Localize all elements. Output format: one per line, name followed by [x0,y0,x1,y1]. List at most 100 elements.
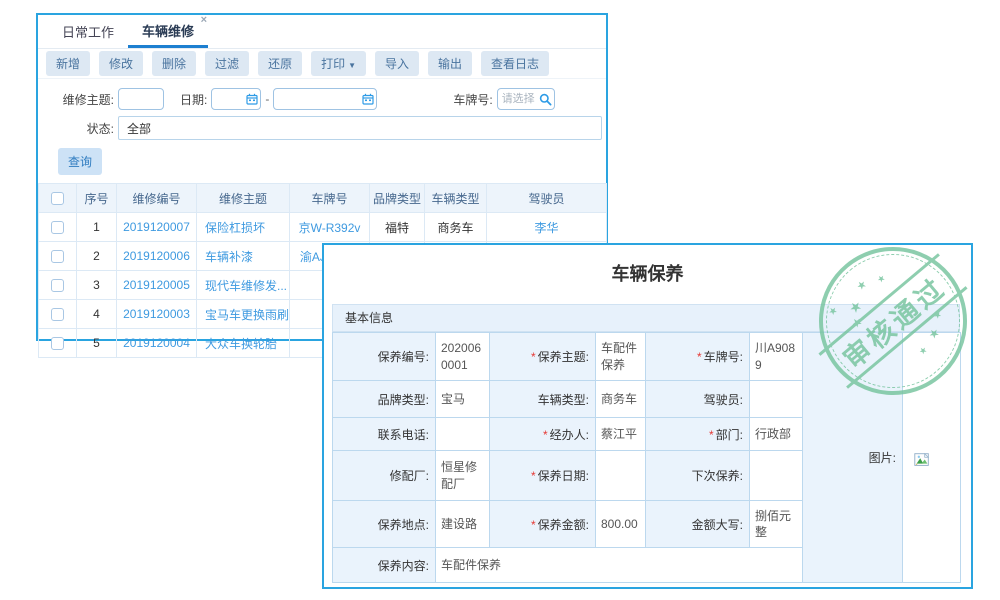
image-placeholder-icon [913,451,931,469]
date-range-separator: - [265,92,269,106]
select-all-checkbox[interactable] [51,192,64,205]
cell-seq: 4 [77,300,117,329]
content-value: 车配件保养 [436,548,803,583]
driver-label: 驾驶员: [646,381,750,418]
tab-vehicle-repair[interactable]: 车辆维修 × [128,13,208,48]
location-label: 保养地点: [333,501,436,548]
header-plate: 车牌号 [290,184,370,213]
search-icon[interactable] [539,93,552,106]
cell-subject[interactable]: 保险杠损坏 [197,213,290,242]
maintain-date-label-text: 保养日期: [538,469,589,483]
amount-label-text: 保养金额: [538,518,589,532]
cell-type: 商务车 [425,213,487,242]
phone-label: 联系电话: [333,418,436,451]
required-mark: * [531,518,536,532]
image-label: 图片: [803,333,903,583]
close-icon[interactable]: × [201,15,207,26]
next-maintain-value [750,451,803,501]
cell-repair-no[interactable]: 2019120005 [117,271,197,300]
required-mark: * [531,350,536,364]
cell-subject[interactable]: 宝马车更换雨刷 [197,300,290,329]
repair-subject-label: 维修主题: [52,91,114,108]
cell-seq: 3 [77,271,117,300]
row-checkbox[interactable] [51,337,64,350]
cell-subject[interactable]: 大众车换轮胎 [197,329,290,358]
cell-repair-no[interactable]: 2019120006 [117,242,197,271]
dialog-title: 车辆保养 [324,260,971,286]
delete-button[interactable]: 删除 [152,51,196,76]
header-repair-no: 维修编号 [117,184,197,213]
maintain-no-label: 保养编号: [333,333,436,381]
location-value: 建设路 [436,501,490,548]
repair-subject-input[interactable] [118,88,164,110]
handler-label-text: 经办人: [550,428,589,442]
add-button[interactable]: 新增 [46,51,90,76]
repair-shop-label: 修配厂: [333,451,436,501]
calendar-icon[interactable] [246,93,258,105]
cell-repair-no[interactable]: 2019120007 [117,213,197,242]
chevron-down-icon: ▼ [348,61,356,70]
cell-seq: 1 [77,213,117,242]
status-label: 状态: [52,120,114,137]
cell-repair-no[interactable]: 2019120004 [117,329,197,358]
row-checkbox[interactable] [51,221,64,234]
row-checkbox[interactable] [51,279,64,292]
cell-subject[interactable]: 车辆补漆 [197,242,290,271]
maintain-subject-value: 车配件保养 [596,333,646,381]
print-button[interactable]: 打印▼ [311,51,366,76]
edit-button[interactable]: 修改 [99,51,143,76]
basic-info-section-header: 基本信息 [332,304,960,332]
plate-label-text: 车牌号: [704,350,743,364]
cell-brand: 福特 [370,213,425,242]
cell-plate[interactable]: 京W-R392v [290,213,370,242]
phone-value [436,418,490,451]
department-value: 行政部 [750,418,803,451]
cell-seq: 2 [77,242,117,271]
image-cell[interactable] [903,333,961,583]
header-subject: 维修主题 [197,184,290,213]
plate-value: 川A9089 [750,333,803,381]
maintain-subject-label-text: 保养主题: [538,350,589,364]
maintenance-form: 保养编号: 2020060001 *保养主题: 车配件保养 *车牌号: 川A90… [332,332,961,583]
vehicle-type-value: 商务车 [596,381,646,418]
department-label: *部门: [646,418,750,451]
amount-label: *保养金额: [490,501,596,548]
export-button[interactable]: 输出 [428,51,472,76]
cell-repair-no[interactable]: 2019120003 [117,300,197,329]
required-mark: * [709,428,714,442]
header-type: 车辆类型 [425,184,487,213]
restore-button[interactable]: 还原 [258,51,302,76]
tab-bar: 日常工作 车辆维修 × [38,15,606,49]
row-checkbox[interactable] [51,250,64,263]
amount-caps-label: 金额大写: [646,501,750,548]
import-button[interactable]: 导入 [375,51,419,76]
cell-subject[interactable]: 现代车维修发... [197,271,290,300]
header-driver: 驾驶员 [487,184,607,213]
amount-caps-value: 捌佰元整 [750,501,803,548]
tab-vehicle-repair-label: 车辆维修 [142,24,194,39]
content-label: 保养内容: [333,548,436,583]
brand-type-value: 宝马 [436,381,490,418]
filter-button[interactable]: 过滤 [205,51,249,76]
plate-number-label: 车牌号: [453,91,492,108]
next-maintain-label: 下次保养: [646,451,750,501]
required-mark: * [543,428,548,442]
view-log-button[interactable]: 查看日志 [481,51,549,76]
query-button[interactable]: 查询 [58,148,102,175]
vehicle-maintenance-dialog: 车辆保养 基本信息 保养编号: 2020060001 *保养主题: 车配件保养 … [322,243,973,589]
toolbar: 新增 修改 删除 过滤 还原 打印▼ 导入 输出 查看日志 [38,49,606,79]
vehicle-type-label: 车辆类型: [490,381,596,418]
header-brand: 品牌类型 [370,184,425,213]
tab-daily-work[interactable]: 日常工作 [48,14,128,48]
row-checkbox[interactable] [51,308,64,321]
cell-driver[interactable]: 李华 [487,213,607,242]
calendar-icon[interactable] [362,93,374,105]
table-row[interactable]: 1 2019120007 保险杠损坏 京W-R392v 福特 商务车 李华 [39,213,607,242]
date-from-field [211,88,261,110]
date-to-field [273,88,377,110]
status-select[interactable]: 全部 [118,116,602,140]
plate-label: *车牌号: [646,333,750,381]
maintain-date-label: *保养日期: [490,451,596,501]
amount-value: 800.00 [596,501,646,548]
filter-row-2: 状态: 全部 [38,115,606,141]
